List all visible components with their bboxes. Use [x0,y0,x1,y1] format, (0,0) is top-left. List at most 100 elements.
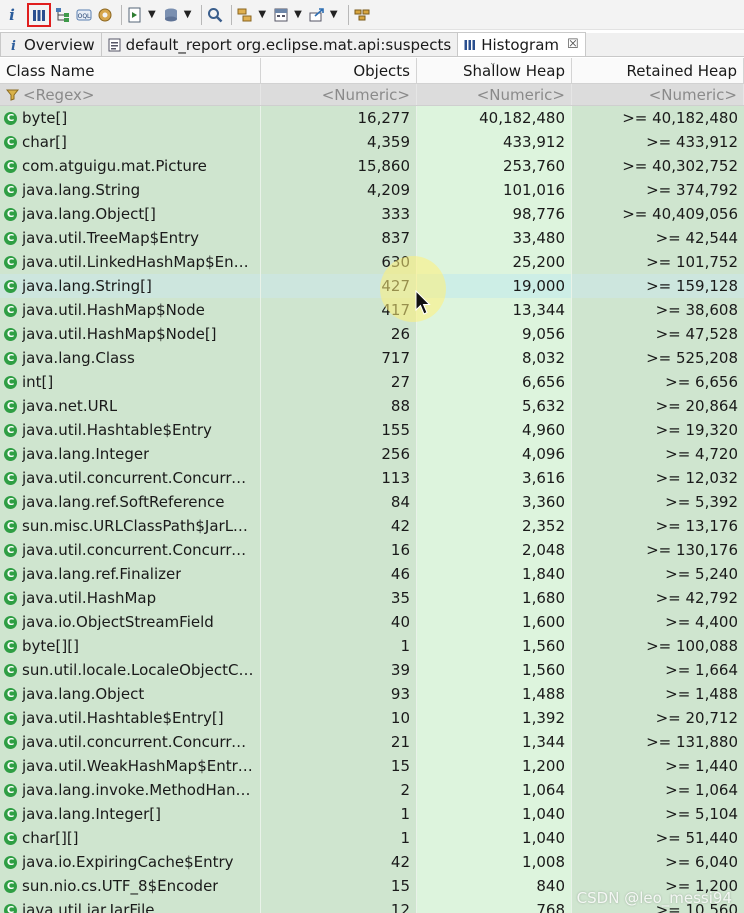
search-icon[interactable] [206,3,224,27]
shallow-heap-cell: 5,632 [417,394,572,418]
close-tab-icon[interactable]: ☒ [567,37,579,52]
objects-filter-input[interactable]: <Numeric> [261,84,417,105]
retained-heap-cell: >= 101,752 [646,253,738,271]
table-row[interactable]: Cbyte[][] 1 1,560 >= 100,088 [0,634,744,658]
shallow-heap-cell: 33,480 [417,226,572,250]
class-name: java.lang.Object[] [22,205,156,223]
shallow-heap-filter-input[interactable]: <Numeric> [417,84,572,105]
regex-filter-input[interactable]: <Regex> [0,84,261,105]
class-icon: C [4,711,17,725]
class-name-cell: Cjava.io.ExpiringCache$Entry [0,850,261,874]
histogram-icon [464,38,476,51]
class-name: java.lang.String [22,181,141,199]
class-name-cell: Cjava.lang.ref.Finalizer [0,562,261,586]
table-row[interactable]: Cjava.util.HashMap$Node[] 26 9,056 >= 47,52… [0,322,744,346]
query-browser-icon[interactable] [162,3,180,27]
table-row[interactable]: Cjava.lang.ref.SoftReference 84 3,360 >= 5,… [0,490,744,514]
info-icon[interactable]: i [3,3,21,27]
class-name-cell: Cjava.io.ObjectStreamField [0,610,261,634]
export-dropdown-icon[interactable]: ▼ [330,9,338,20]
toolbar-separator [347,4,349,25]
table-row[interactable]: Cjava.lang.String[] 427 19,000 >= 159,128 [0,274,744,298]
table-row[interactable]: Cjava.util.Hashtable$Entry[] 10 1,392 >= 20… [0,706,744,730]
tab-histogram[interactable]: Histogram ☒ [457,32,586,56]
table-row[interactable]: Cjava.lang.invoke.MethodHandl... 2 1,064 >=… [0,778,744,802]
table-row[interactable]: Cjava.util.HashMap 35 1,680 >= 42,792 [0,586,744,610]
class-icon: C [4,231,17,245]
table-row[interactable]: Cjava.lang.Object 93 1,488 >= 1,488 [0,682,744,706]
overflow-icon[interactable] [353,3,371,27]
table-row[interactable]: Cjava.io.ObjectStreamField 40 1,600 >= 4,40… [0,610,744,634]
class-icon: C [4,831,17,845]
table-row[interactable]: Cjava.util.WeakHashMap$Entry[] 15 1,200 >= … [0,754,744,778]
objects-cell: 4,359 [261,130,417,154]
column-header-objects[interactable]: Objects [261,58,417,83]
table-row[interactable]: Cchar[] 4,359 433,912 >= 433,912 [0,130,744,154]
dominator-tree-icon[interactable] [54,3,72,27]
class-name: java.io.ObjectStreamField [22,613,214,631]
calculator-dropdown-icon[interactable]: ▼ [294,9,302,20]
table-row[interactable]: Cjava.lang.ref.Finalizer 46 1,840 >= 5,240 [0,562,744,586]
objects-cell: 42 [261,514,417,538]
class-name-cell: Csun.nio.cs.UTF_8$Encoder [0,874,261,898]
calculator-icon[interactable] [272,3,290,27]
table-row[interactable]: Cjava.lang.Integer[] 1 1,040 >= 5,104 [0,802,744,826]
retained-heap-cell: >= 4,400 [665,613,738,631]
table-row[interactable]: Cjava.lang.Integer 256 4,096 >= 4,720 [0,442,744,466]
run-report-icon[interactable] [126,3,144,27]
class-name-cell: Cjava.lang.Integer [0,442,261,466]
table-row[interactable]: Cjava.util.HashMap$Node 417 13,344 >= 38,60… [0,298,744,322]
table-row[interactable]: Csun.misc.URLClassPath$JarLoa... 42 2,352 >… [0,514,744,538]
class-name: java.lang.ref.SoftReference [22,493,225,511]
objects-cell: 256 [261,442,417,466]
objects-cell: 84 [261,490,417,514]
class-icon: C [4,639,17,653]
table-row[interactable]: Cjava.util.TreeMap$Entry 837 33,480 >= 42,5… [0,226,744,250]
table-row[interactable]: Cjava.util.Hashtable$Entry 155 4,960 >= 19,… [0,418,744,442]
table-row[interactable]: Cjava.lang.Class 717 8,032 >= 525,208 [0,346,744,370]
retained-heap-cell: >= 1,440 [665,757,738,775]
class-name: byte[] [22,109,68,127]
class-name: java.lang.ref.Finalizer [22,565,182,583]
shallow-heap-cell: 840 [417,874,572,898]
class-name-cell: Cjava.lang.Object[] [0,202,261,226]
class-name-cell: Cint[] [0,370,261,394]
objects-cell: 1 [261,826,417,850]
settings-icon[interactable] [96,3,114,27]
table-row[interactable]: Cint[] 27 6,656 >= 6,656 [0,370,744,394]
class-name-cell: Cjava.net.URL [0,394,261,418]
sort-indicator-icon: ⌄ [489,58,497,68]
table-row[interactable]: Cbyte[] 16,277 40,182,480 >= 40,182,480 [0,106,744,130]
export-icon[interactable] [308,3,326,27]
shallow-heap-cell: 1,488 [417,682,572,706]
shallow-heap-cell: 1,840 [417,562,572,586]
column-header-class-name[interactable]: Class Name [0,58,261,83]
table-row[interactable]: Csun.util.locale.LocaleObjectCa... 39 1,56… [0,658,744,682]
run-report-dropdown-icon[interactable]: ▼ [148,9,156,20]
retained-heap-filter-input[interactable]: <Numeric> [572,84,744,105]
objects-cell: 717 [261,346,417,370]
tab-overview[interactable]: i Overview [0,32,102,56]
table-row[interactable]: Cjava.lang.Object[] 333 98,776 >= 40,409,05… [0,202,744,226]
column-header-retained-heap[interactable]: Retained Heap [572,58,744,83]
shallow-heap-cell: 433,912 [417,130,572,154]
group-dropdown-icon[interactable]: ▼ [258,9,266,20]
query-browser-dropdown-icon[interactable]: ▼ [184,9,192,20]
table-row[interactable]: Cjava.io.ExpiringCache$Entry 42 1,008 >= 6,… [0,850,744,874]
class-name-cell: Cjava.lang.String[] [0,274,261,298]
table-row[interactable]: Cjava.util.LinkedHashMap$Entry 630 25,200 >… [0,250,744,274]
table-row[interactable]: Cjava.util.concurrent.Concurren... 113 3,6… [0,466,744,490]
histogram-icon[interactable] [27,2,51,27]
table-row[interactable]: Cjava.util.concurrent.Concurren... 16 2,04… [0,538,744,562]
tab-default-report[interactable]: default_report org.eclipse.mat.api:suspe… [100,32,459,56]
table-row[interactable]: Cjava.lang.String 4,209 101,016 >= 374,792 [0,178,744,202]
group-icon[interactable] [236,3,254,27]
table-row[interactable]: Cjava.net.URL 88 5,632 >= 20,864 [0,394,744,418]
objects-cell: 39 [261,658,417,682]
table-row[interactable]: Ccom.atguigu.mat.Picture 15,860 253,760 >= … [0,154,744,178]
table-row[interactable]: Cchar[][] 1 1,040 >= 51,440 [0,826,744,850]
oql-icon[interactable]: OQL [75,3,93,27]
table-row[interactable]: Cjava.util.concurrent.Concurren... 21 1,34… [0,730,744,754]
shallow-heap-cell: 40,182,480 [417,106,572,130]
objects-cell: 837 [261,226,417,250]
